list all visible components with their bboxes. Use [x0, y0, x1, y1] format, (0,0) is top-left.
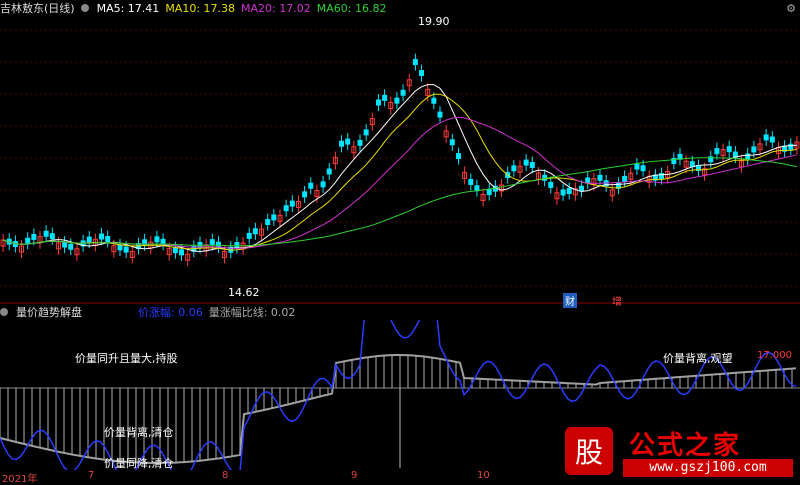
candle-body: [640, 165, 646, 172]
ma5-line: [2, 84, 797, 253]
candle-body: [449, 139, 455, 146]
x-label-7: 7: [88, 470, 95, 481]
candle-body: [419, 70, 425, 77]
candle-body: [345, 138, 351, 145]
ma20-line: [2, 116, 798, 250]
candle-body: [437, 111, 443, 118]
ma60-line: [2, 157, 797, 247]
watermark-url: www.gszj100.com: [623, 459, 793, 477]
hold-label: 价量同升且量大,持股: [75, 352, 178, 365]
candle-body: [455, 153, 461, 160]
x-label-10: 10: [477, 470, 490, 481]
candle-body: [548, 181, 554, 188]
candle-body: [529, 162, 535, 169]
candle-body: [431, 97, 437, 104]
indicator-dot-icon[interactable]: [0, 308, 8, 316]
candle-body: [634, 163, 640, 170]
candle-body: [363, 129, 369, 136]
candle-body: [339, 140, 345, 147]
candle-body: [769, 136, 775, 143]
candle-body: [271, 214, 277, 221]
x-label-8: 8: [222, 470, 229, 481]
candle-body: [25, 237, 31, 244]
candle-body: [49, 233, 55, 240]
x-label-9: 9: [351, 470, 358, 481]
candle-body: [31, 233, 37, 240]
candle-body: [265, 219, 271, 226]
candle-body: [123, 246, 129, 253]
candle-body: [43, 230, 49, 237]
indicator-name[interactable]: 量价趋势解盘: [16, 304, 82, 320]
vol-rise-label: 量涨幅比线: 0.02: [208, 306, 296, 319]
candle-body: [400, 89, 406, 96]
candle-body: [179, 249, 185, 256]
candle-body: [560, 189, 566, 196]
candle-body: [117, 244, 123, 251]
candle-body: [172, 247, 178, 254]
watch-label: 价量背离,观望: [663, 352, 733, 365]
candle-body: [468, 178, 474, 185]
high-price-label: 19.90: [418, 15, 450, 28]
candle-body: [320, 181, 326, 188]
candle-body: [566, 188, 572, 195]
candle-body: [357, 139, 363, 146]
candle-body: [86, 236, 92, 243]
candle-body: [302, 191, 308, 198]
candle-body: [154, 236, 160, 243]
candle-body: [289, 200, 295, 207]
candle-body: [382, 94, 388, 101]
candle-body: [788, 143, 794, 150]
candle-body: [375, 99, 381, 106]
candle-body: [689, 161, 695, 168]
watermark-logo: 股 公式之家 www.gszj100.com: [557, 423, 800, 482]
candle-body: [105, 236, 111, 243]
candle-body: [209, 239, 215, 246]
candle-body: [579, 185, 585, 192]
candle-body: [523, 159, 529, 166]
candle-body: [68, 243, 74, 250]
watermark-title: 公式之家: [629, 431, 742, 461]
x-label-2021: 2021年: [2, 474, 38, 485]
candle-body: [714, 148, 720, 155]
candle-body: [62, 241, 68, 248]
indicator-header: 量价趋势解盘 价涨幅: 0.06 量涨幅比线: 0.02: [0, 305, 800, 319]
candle-body: [326, 168, 332, 175]
value-17-label: 17.000: [757, 350, 792, 361]
candle-body: [763, 134, 769, 141]
candle-body: [308, 182, 314, 189]
candle-body: [622, 175, 628, 182]
watermark-shield: 股: [565, 427, 613, 475]
candle-body: [597, 174, 603, 181]
candle-body: [412, 59, 418, 66]
candle-body: [486, 189, 492, 196]
low-price-label: 14.62: [228, 286, 260, 299]
candle-body: [394, 97, 400, 104]
candle-body: [751, 146, 757, 153]
candle-body: [234, 242, 240, 249]
candle-body: [99, 233, 105, 240]
price-rise-label: 价涨幅: 0.06: [138, 306, 203, 319]
candle-body: [585, 177, 591, 184]
clear-label-2: 价量同降,清仓: [104, 457, 174, 470]
candlestick-chart[interactable]: [0, 0, 800, 304]
candle-body: [252, 228, 258, 235]
candle-body: [726, 146, 732, 153]
candle-body: [511, 165, 517, 172]
candle-body: [246, 232, 252, 239]
candle-body: [283, 205, 289, 212]
clear-label-1: 价量背离,清仓: [104, 426, 174, 439]
